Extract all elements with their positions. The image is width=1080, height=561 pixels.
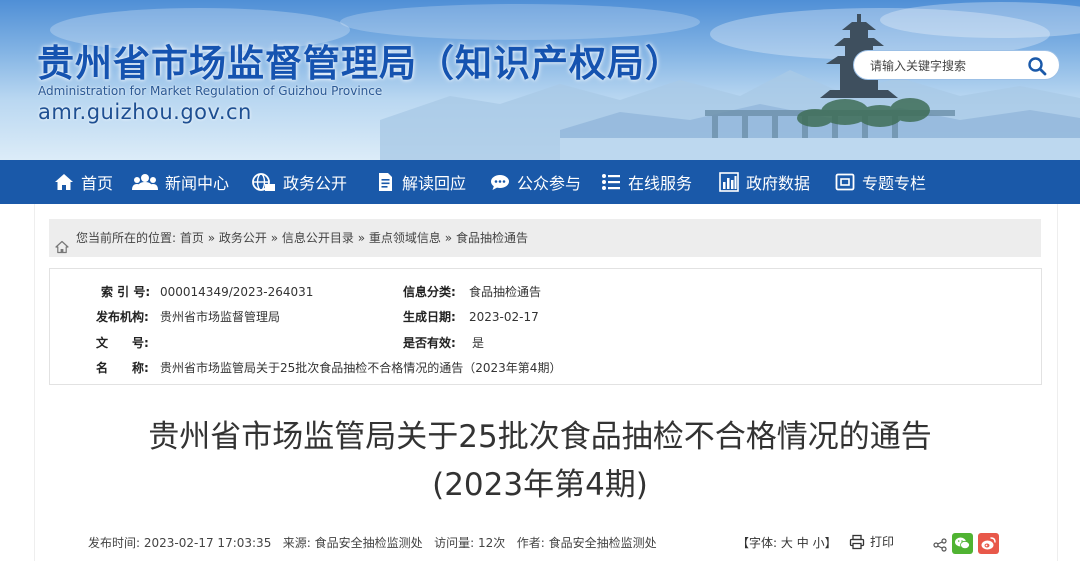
- print-label: 打印: [870, 535, 895, 549]
- header-banner: 贵州省市场监督管理局（知识产权局） Administration for Mar…: [0, 0, 1080, 160]
- nav-item-home[interactable]: 首页: [54, 160, 113, 204]
- index-number-value: 000014349/2023-264031: [160, 285, 314, 299]
- breadcrumb-sep: »: [270, 231, 279, 245]
- author-label: 作者:: [516, 536, 545, 550]
- share-icon[interactable]: [933, 537, 947, 552]
- nav-label: 在线服务: [628, 174, 693, 193]
- breadcrumb-sep: »: [444, 231, 453, 245]
- search-input[interactable]: [870, 57, 1020, 75]
- print-button[interactable]: 打印: [849, 533, 894, 551]
- nav-item-news[interactable]: 新闻中心: [132, 160, 229, 204]
- source-label: 来源:: [282, 536, 311, 550]
- font-size-close: 】: [824, 536, 837, 550]
- breadcrumb-catalog[interactable]: 信息公开目录: [282, 231, 354, 245]
- nav-item-affairs[interactable]: 政务公开: [250, 160, 347, 204]
- nav-item-gov-data[interactable]: 政府数据: [719, 160, 810, 204]
- date-value: 2023-02-17: [469, 310, 539, 324]
- index-number-row: 索 引 号:: [101, 284, 150, 300]
- views-label: 访问量:: [434, 536, 475, 550]
- site-url: amr.guizhou.gov.cn: [38, 100, 252, 124]
- breadcrumb-sep: »: [207, 231, 216, 245]
- search-box: [853, 50, 1060, 80]
- article-meta: 发布时间: 2023-02-17 17:03:35 来源: 食品安全抽检监测处 …: [88, 535, 657, 551]
- breadcrumb: 您当前所在的位置: 首页 » 政务公开 » 信息公开目录 » 重点领域信息 » …: [49, 219, 1041, 257]
- nav-item-online-service[interactable]: 在线服务: [601, 160, 692, 204]
- home-icon: [54, 172, 74, 192]
- valid-value: 是: [472, 336, 485, 350]
- nav-label: 解读回应: [402, 174, 467, 193]
- breadcrumb-sep: »: [357, 231, 366, 245]
- chat-icon: [490, 172, 510, 192]
- source: 食品安全抽检监测处: [314, 536, 423, 550]
- docno-label: 文 号:: [96, 335, 149, 351]
- main-nav: 首页 新闻中心 政务公开 解读回应 公众参与 在线服务 政府数据 专题专栏: [0, 160, 1080, 204]
- breadcrumb-key-areas[interactable]: 重点领域信息: [369, 231, 441, 245]
- page-root: 贵州省市场监督管理局（知识产权局） Administration for Mar…: [0, 0, 1080, 561]
- article-title-line1: 贵州省市场监管局关于25批次食品抽检不合格情况的通告: [148, 419, 932, 455]
- nav-label: 政府数据: [746, 174, 811, 193]
- font-medium-button[interactable]: 中: [797, 536, 809, 550]
- breadcrumb-affairs[interactable]: 政务公开: [219, 231, 267, 245]
- wechat-share-button[interactable]: [952, 533, 973, 554]
- printer-icon: [849, 534, 865, 550]
- home-outline-icon: [55, 231, 69, 254]
- font-size-control: 【字体: 大 中 小】: [737, 535, 837, 551]
- weibo-icon: [981, 537, 996, 550]
- index-number-label: 索 引 号:: [101, 285, 151, 299]
- font-size-label: 【字体:: [737, 536, 778, 550]
- globe-icon: [250, 172, 276, 192]
- name-value: 贵州省市场监管局关于25批次食品抽检不合格情况的通告（2023年第4期）: [160, 361, 562, 375]
- valid-label-text: 是否有效:: [403, 336, 456, 350]
- publisher-label: 发布机构:: [96, 309, 149, 325]
- breadcrumb-prefix: 您当前所在的位置:: [76, 231, 177, 245]
- author: 食品安全抽检监测处: [548, 536, 657, 550]
- name-label: 名 称:: [96, 360, 149, 376]
- category-value: 食品抽检通告: [469, 285, 542, 299]
- font-small-button[interactable]: 小: [813, 536, 825, 550]
- valid-label: 是否有效:: [403, 335, 456, 351]
- wechat-icon: [955, 537, 970, 550]
- people-icon: [132, 172, 158, 192]
- publisher-label-text: 发布机构:: [96, 310, 149, 324]
- font-large-button[interactable]: 大: [781, 536, 793, 550]
- nav-label: 首页: [81, 174, 114, 193]
- category-label-text: 信息分类:: [403, 285, 456, 299]
- bar-chart-icon: [719, 172, 739, 192]
- article-title-line2: (2023年第4期): [432, 467, 648, 503]
- nav-item-participation[interactable]: 公众参与: [490, 160, 581, 204]
- weibo-share-button[interactable]: [978, 533, 999, 554]
- breadcrumb-text: 您当前所在的位置: 首页 » 政务公开 » 信息公开目录 » 重点领域信息 » …: [76, 219, 528, 257]
- list-icon: [601, 172, 621, 192]
- search-icon[interactable]: [1026, 55, 1048, 77]
- nav-item-special-topics[interactable]: 专题专栏: [835, 160, 926, 204]
- date-label-text: 生成日期:: [403, 310, 456, 324]
- category-label: 信息分类:: [403, 284, 456, 300]
- breadcrumb-home[interactable]: 首页: [180, 231, 204, 245]
- docno-label-text: 文 号:: [96, 336, 149, 350]
- site-subtitle: Administration for Market Regulation of …: [38, 84, 383, 98]
- publisher-value: 贵州省市场监督管理局: [160, 310, 281, 324]
- nav-label: 新闻中心: [165, 174, 230, 193]
- site-title: 贵州省市场监督管理局（知识产权局）: [37, 42, 683, 85]
- views: 12次: [478, 536, 506, 550]
- publish-time-label: 发布时间:: [88, 536, 141, 550]
- window-icon: [835, 172, 855, 192]
- breadcrumb-current[interactable]: 食品抽检通告: [456, 231, 528, 245]
- date-label: 生成日期:: [403, 309, 456, 325]
- document-icon: [375, 172, 395, 192]
- nav-label: 专题专栏: [862, 174, 927, 193]
- nav-label: 政务公开: [283, 174, 348, 193]
- nav-item-interpretation[interactable]: 解读回应: [375, 160, 466, 204]
- publish-time: 2023-02-17 17:03:35: [143, 536, 272, 550]
- name-label-text: 名 称:: [96, 361, 149, 375]
- nav-label: 公众参与: [517, 174, 582, 193]
